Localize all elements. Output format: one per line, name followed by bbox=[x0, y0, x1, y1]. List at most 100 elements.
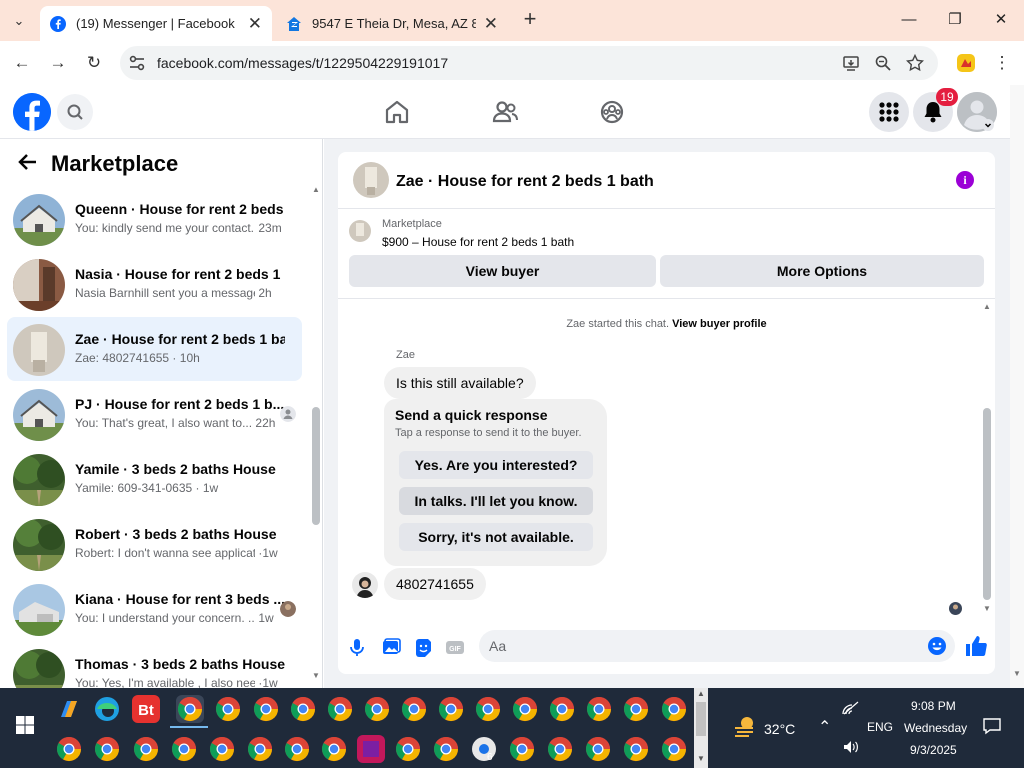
chrome-window-icon[interactable] bbox=[252, 695, 280, 723]
clock-day[interactable]: Wednesday bbox=[904, 721, 967, 735]
chrome-window-icon[interactable] bbox=[432, 735, 460, 763]
taskbar-scrollbar[interactable]: ▲ ▼ bbox=[694, 688, 708, 768]
view-buyer-button[interactable]: View buyer bbox=[349, 255, 656, 287]
scrollbar-thumb[interactable] bbox=[983, 408, 991, 600]
friends-icon[interactable] bbox=[489, 96, 521, 128]
listing-price-title[interactable]: $900 – House for rent 2 beds 1 bath bbox=[382, 235, 574, 249]
sticker-icon[interactable] bbox=[412, 636, 434, 658]
chrome-window-icon[interactable] bbox=[55, 735, 83, 763]
browser-menu-button[interactable]: ⋮ bbox=[989, 50, 1015, 76]
chrome-window-icon[interactable] bbox=[622, 735, 650, 763]
chrome-window-icon[interactable] bbox=[394, 735, 422, 763]
chrome-window-icon[interactable] bbox=[246, 735, 274, 763]
view-buyer-profile-link[interactable]: View buyer profile bbox=[672, 318, 767, 330]
chrome-window-icon[interactable] bbox=[660, 695, 688, 723]
tab-zillow[interactable]: 9547 E Theia Dr, Mesa, AZ 8521 ✕ bbox=[276, 6, 508, 41]
back-button[interactable]: ← bbox=[9, 50, 35, 76]
tab-messenger[interactable]: (19) Messenger | Facebook ✕ bbox=[40, 6, 272, 41]
show-hidden-icons-chevron-icon[interactable]: ⌃ bbox=[818, 717, 831, 737]
chrome-window-icon[interactable] bbox=[132, 735, 160, 763]
chrome-window-icon[interactable] bbox=[289, 695, 317, 723]
back-arrow-icon[interactable] bbox=[17, 151, 39, 173]
chrome-window-icon[interactable] bbox=[584, 735, 612, 763]
zoom-icon[interactable] bbox=[874, 54, 892, 72]
menu-button[interactable] bbox=[869, 92, 909, 132]
conversation-item[interactable]: Yamile · 3 beds 2 baths House Yamile: 60… bbox=[7, 447, 302, 511]
weather-icon[interactable] bbox=[732, 714, 758, 738]
conversation-item[interactable]: Robert · 3 beds 2 baths House Robert: I … bbox=[7, 512, 302, 576]
quick-response-button[interactable]: Yes. Are you interested? bbox=[399, 451, 593, 479]
app-icon[interactable] bbox=[357, 735, 385, 763]
chrome-window-icon[interactable] bbox=[474, 695, 502, 723]
copilot-icon[interactable] bbox=[55, 695, 83, 723]
chrome-window-icon[interactable] bbox=[214, 695, 242, 723]
conversation-item-selected[interactable]: Zae · House for rent 2 beds 1 bath Zae: … bbox=[7, 317, 302, 381]
clock-time[interactable]: 9:08 PM bbox=[911, 699, 956, 713]
minimize-button[interactable]: — bbox=[886, 6, 932, 34]
chrome-window-icon[interactable] bbox=[508, 735, 536, 763]
chrome-window-icon[interactable] bbox=[326, 695, 354, 723]
search-button[interactable] bbox=[57, 94, 93, 130]
reload-button[interactable]: ↻ bbox=[81, 50, 107, 76]
conversation-item[interactable]: Nasia · House for rent 2 beds 1 ... Nasi… bbox=[7, 252, 302, 316]
chrome-window-icon[interactable] bbox=[400, 695, 428, 723]
notification-center-icon[interactable] bbox=[982, 717, 1002, 735]
facebook-logo-icon[interactable] bbox=[13, 93, 51, 131]
more-options-button[interactable]: More Options bbox=[660, 255, 984, 287]
gif-icon[interactable]: GIF bbox=[444, 636, 466, 658]
close-window-button[interactable]: ✕ bbox=[978, 6, 1024, 34]
site-settings-icon[interactable] bbox=[128, 54, 146, 72]
extension-icon[interactable] bbox=[955, 52, 977, 74]
close-tab-icon[interactable]: ✕ bbox=[484, 14, 498, 34]
maximize-button[interactable]: ❐ bbox=[932, 6, 978, 34]
scroll-up-arrow[interactable]: ▲ bbox=[312, 185, 320, 194]
bookmark-star-icon[interactable] bbox=[906, 54, 924, 72]
tab-search-button[interactable]: ⌄ bbox=[8, 10, 30, 32]
chrome-window-icon[interactable] bbox=[208, 735, 236, 763]
close-tab-icon[interactable]: ✕ bbox=[248, 14, 262, 34]
message-bubble[interactable]: 4802741655 bbox=[384, 568, 486, 600]
conversation-item[interactable]: Kiana · House for rent 3 beds ... You: I… bbox=[7, 577, 302, 641]
page-scrollbar[interactable]: ▼ bbox=[1010, 85, 1024, 688]
quick-response-button[interactable]: Sorry, it's not available. bbox=[399, 523, 593, 551]
chrome-window-icon[interactable] bbox=[622, 695, 650, 723]
conversation-item[interactable]: Thomas · 3 beds 2 baths House You: Yes, … bbox=[7, 642, 302, 688]
chrome-group-icon[interactable] bbox=[470, 735, 498, 763]
chrome-window-icon[interactable] bbox=[176, 695, 204, 723]
chrome-window-icon[interactable] bbox=[660, 735, 688, 763]
scroll-down-arrow[interactable]: ▼ bbox=[983, 604, 991, 613]
chrome-window-icon[interactable] bbox=[170, 735, 198, 763]
quick-response-button[interactable]: In talks. I'll let you know. bbox=[399, 487, 593, 515]
bt-app-icon[interactable]: Bt bbox=[132, 695, 160, 723]
info-icon[interactable]: i bbox=[956, 171, 974, 189]
chrome-window-icon[interactable] bbox=[363, 695, 391, 723]
edge-icon[interactable] bbox=[93, 695, 121, 723]
weather-temperature[interactable]: 32°C bbox=[764, 721, 795, 737]
clock-date[interactable]: 9/3/2025 bbox=[910, 743, 957, 757]
scrollbar-thumb[interactable] bbox=[312, 407, 320, 525]
language-indicator[interactable]: ENG bbox=[867, 720, 893, 734]
microphone-icon[interactable] bbox=[346, 636, 368, 658]
chrome-window-icon[interactable] bbox=[320, 735, 348, 763]
scroll-down-arrow[interactable]: ▼ bbox=[312, 671, 320, 680]
message-bubble[interactable]: Is this still available? bbox=[384, 367, 536, 399]
install-app-icon[interactable] bbox=[842, 54, 860, 72]
groups-icon[interactable] bbox=[596, 96, 628, 128]
conversation-item[interactable]: Queenn · House for rent 2 beds ... You: … bbox=[7, 187, 302, 251]
home-icon[interactable] bbox=[381, 96, 413, 128]
windows-start-icon[interactable] bbox=[16, 716, 34, 734]
address-bar[interactable]: facebook.com/messages/t/1229504229191017 bbox=[120, 46, 938, 80]
chrome-window-icon[interactable] bbox=[511, 695, 539, 723]
scroll-down-arrow[interactable]: ▼ bbox=[1013, 669, 1021, 678]
network-icon[interactable] bbox=[842, 700, 860, 716]
chat-title[interactable]: Zae · House for rent 2 beds 1 bath bbox=[396, 173, 654, 191]
chrome-window-icon[interactable] bbox=[546, 735, 574, 763]
conversation-item[interactable]: PJ · House for rent 2 beds 1 b... You: T… bbox=[7, 382, 302, 446]
profile-button[interactable] bbox=[957, 92, 997, 132]
scroll-up-arrow[interactable]: ▲ bbox=[983, 302, 991, 311]
message-input[interactable]: Aa bbox=[479, 630, 955, 662]
chrome-window-icon[interactable] bbox=[437, 695, 465, 723]
forward-button[interactable]: → bbox=[45, 50, 71, 76]
photo-icon[interactable] bbox=[380, 636, 402, 658]
chrome-window-icon[interactable] bbox=[548, 695, 576, 723]
